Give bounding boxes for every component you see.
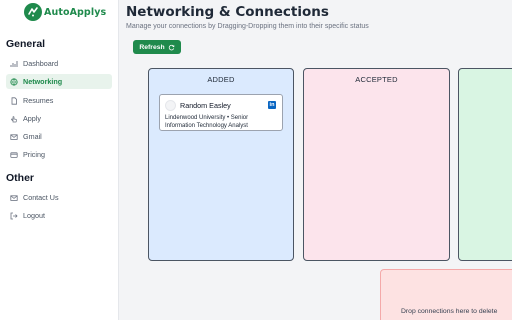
- sidebar-item-dashboard[interactable]: Dashboard: [6, 56, 112, 71]
- document-icon: [11, 96, 17, 105]
- mail-icon: [10, 133, 18, 140]
- column-accepted[interactable]: ACCEPTED: [303, 68, 450, 261]
- refresh-icon: [168, 44, 175, 50]
- column-title: ADDED: [207, 75, 235, 84]
- connection-card[interactable]: Random Easley in Lindenwood University •…: [159, 94, 283, 131]
- sidebar-item-gmail[interactable]: Gmail: [6, 129, 112, 144]
- page-title: Networking & Connections: [126, 4, 329, 20]
- app-name: AutoApplys: [44, 6, 107, 18]
- sidebar: AutoApplys General Dashboard Networking …: [0, 0, 119, 320]
- delete-drop-zone[interactable]: Drop connections here to delete: [380, 269, 512, 320]
- section-title-general: General: [6, 38, 46, 50]
- sidebar-item-label: Contact Us: [23, 193, 59, 202]
- sidebar-item-label: Pricing: [23, 150, 45, 159]
- sidebar-item-label: Resumes: [23, 96, 54, 105]
- mail-icon: [10, 194, 18, 201]
- linkedin-icon[interactable]: in: [268, 101, 276, 109]
- sidebar-item-networking[interactable]: Networking: [6, 74, 112, 89]
- refresh-button[interactable]: Refresh: [133, 40, 181, 54]
- section-title-other: Other: [6, 172, 35, 184]
- column-title: ACCEPTED: [355, 75, 398, 84]
- sidebar-item-label: Gmail: [23, 132, 42, 141]
- bar-chart-icon: [10, 60, 18, 67]
- sidebar-item-resumes[interactable]: Resumes: [6, 93, 112, 108]
- column-third[interactable]: [458, 68, 512, 261]
- delete-zone-text: Drop connections here to delete: [401, 308, 498, 315]
- globe-icon: [10, 77, 18, 86]
- app-logo[interactable]: AutoApplys: [24, 3, 106, 21]
- sidebar-item-apply[interactable]: Apply: [6, 111, 112, 126]
- sidebar-item-label: Networking: [23, 77, 63, 86]
- hand-pointer-icon: [11, 115, 18, 122]
- refresh-button-label: Refresh: [139, 43, 165, 51]
- sidebar-item-logout[interactable]: Logout: [6, 208, 112, 223]
- column-added[interactable]: ADDED Random Easley in Lindenwood Univer…: [148, 68, 294, 261]
- credit-card-icon: [10, 151, 18, 158]
- avatar: [165, 100, 176, 111]
- sidebar-item-label: Apply: [23, 114, 41, 123]
- logo-icon: [24, 3, 42, 21]
- sidebar-item-contact-us[interactable]: Contact Us: [6, 190, 112, 205]
- page-subtitle: Manage your connections by Dragging-Drop…: [126, 23, 369, 30]
- connection-detail: Lindenwood University • Senior Informati…: [165, 115, 249, 129]
- sidebar-item-label: Logout: [23, 211, 45, 220]
- sidebar-item-label: Dashboard: [23, 59, 59, 68]
- logout-icon: [10, 212, 18, 219]
- connection-name: Random Easley: [180, 101, 231, 110]
- sidebar-item-pricing[interactable]: Pricing: [6, 147, 112, 162]
